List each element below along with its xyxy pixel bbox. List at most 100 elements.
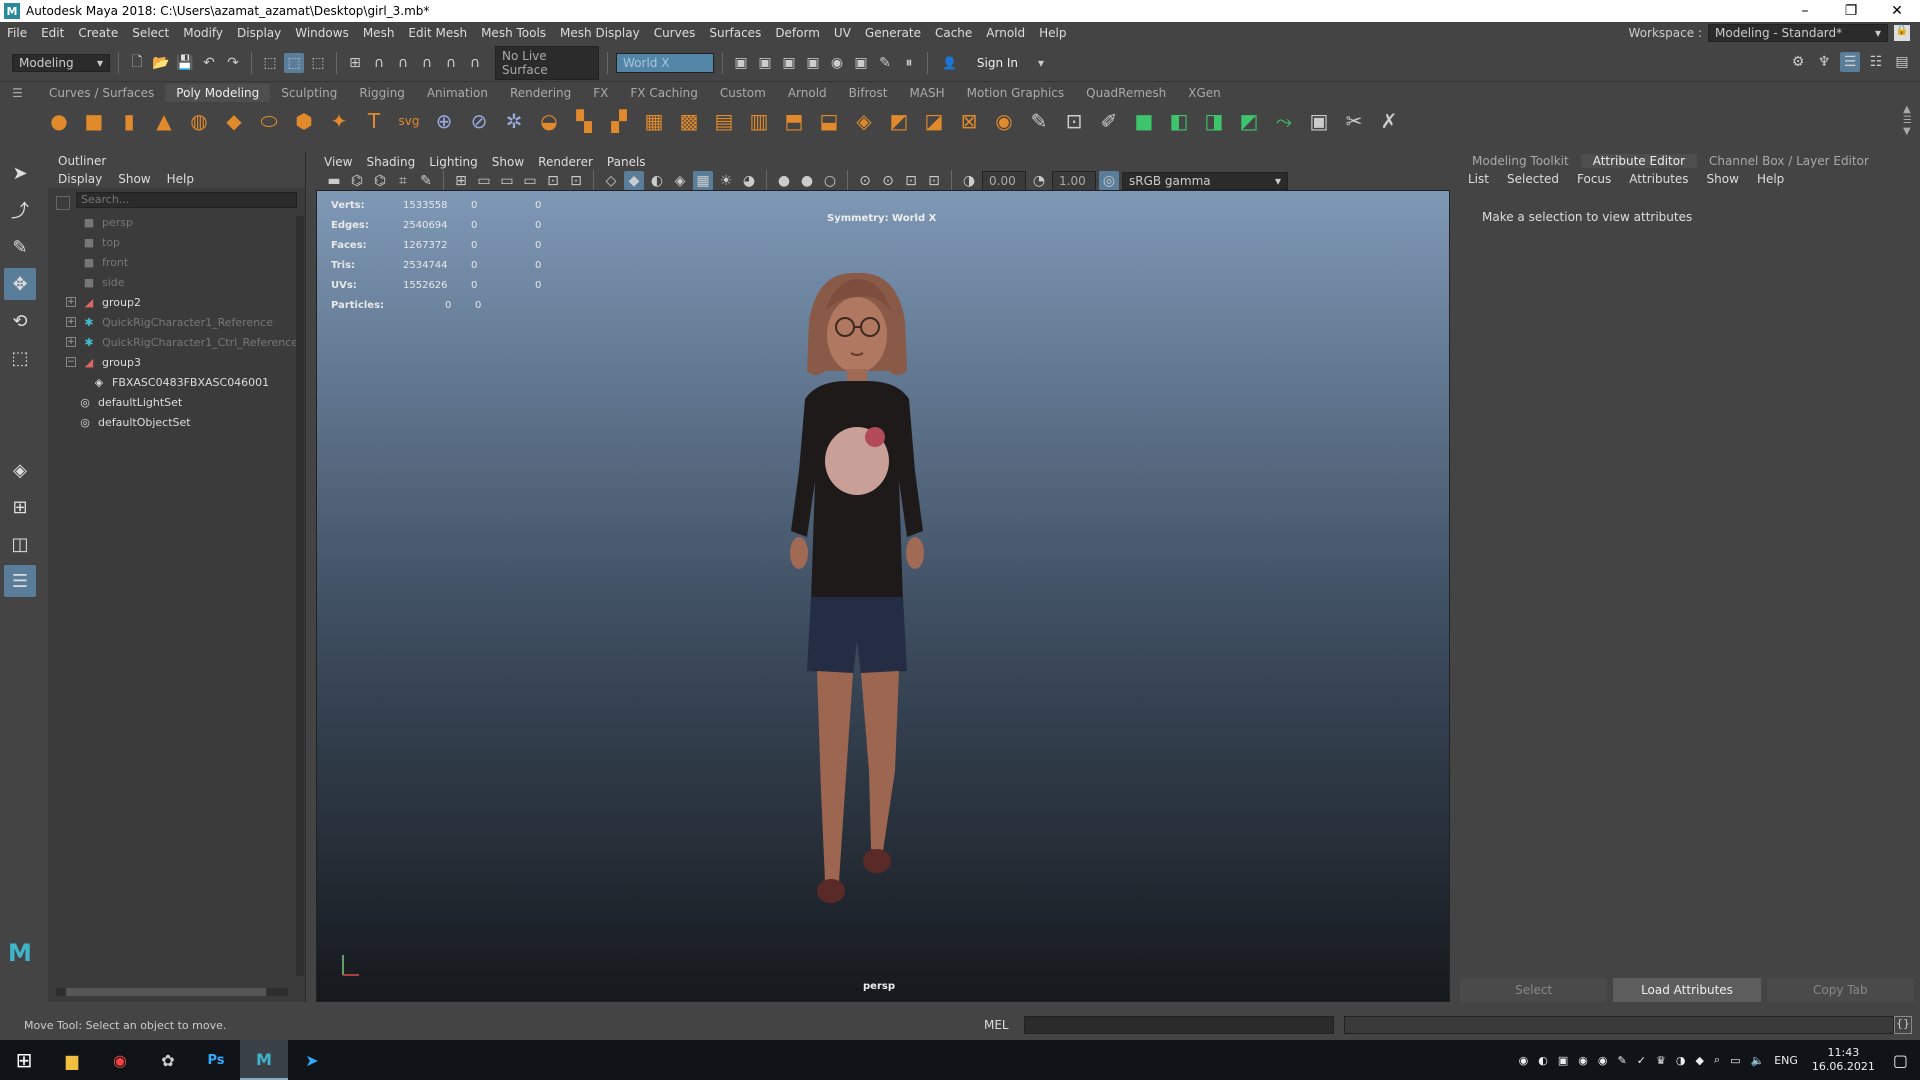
type-icon[interactable]: T (359, 106, 389, 136)
multi-cut-icon[interactable]: ✎ (1024, 106, 1054, 136)
chrome-icon[interactable]: ◉ (96, 1040, 144, 1080)
wedge-icon[interactable]: ◉ (989, 106, 1019, 136)
ae-menu-selected[interactable]: Selected (1507, 172, 1559, 186)
tab-attribute-editor[interactable]: Attribute Editor (1580, 154, 1698, 168)
tab-modeling-toolkit[interactable]: Modeling Toolkit (1460, 154, 1581, 168)
paint-select-tool-icon[interactable]: ✎ (4, 231, 36, 263)
smooth-icon[interactable]: ▦ (639, 106, 669, 136)
minimize-button[interactable]: – (1782, 3, 1828, 19)
camera-attributes-icon[interactable]: ▬ (324, 171, 344, 191)
workspace-dropdown[interactable]: Modeling - Standard* ▾ (1708, 24, 1888, 42)
gate-mask-icon[interactable]: ▭ (520, 171, 540, 191)
volume-icon[interactable]: 🔈 (1750, 1054, 1764, 1067)
four-view-layout-icon[interactable]: ⊞ (4, 491, 36, 523)
menu-select[interactable]: Select (125, 26, 176, 40)
target-weld-icon[interactable]: ⊡ (1059, 106, 1089, 136)
tray-app-icon[interactable]: ♛ (1656, 1054, 1666, 1067)
append-icon[interactable]: ◪ (919, 106, 949, 136)
outliner-row[interactable]: ◎ defaultObjectSet (56, 412, 305, 432)
planar-mapping-icon[interactable]: ■ (1129, 106, 1159, 136)
image-plane-icon[interactable]: ⌬ (370, 171, 390, 191)
cylindrical-mapping-icon[interactable]: ◧ (1164, 106, 1194, 136)
menu-cache[interactable]: Cache (928, 26, 979, 40)
outliner-menu-help[interactable]: Help (167, 170, 194, 188)
shelf-scroll-arrows-icon[interactable]: ▲ ☰ ▼ (1903, 104, 1912, 137)
menu-mesh-tools[interactable]: Mesh Tools (474, 26, 553, 40)
menu-modify[interactable]: Modify (176, 26, 230, 40)
lasso-tool-icon[interactable]: ⤴ (4, 194, 36, 226)
super-shape-icon[interactable]: ✦ (324, 106, 354, 136)
outliner-search-input[interactable]: Search... (76, 192, 297, 208)
shelf-tab-rigging[interactable]: Rigging (348, 84, 415, 102)
poly-torus-icon[interactable]: ◍ (184, 106, 214, 136)
select-component-icon[interactable]: ⬚ (308, 53, 328, 73)
tray-app-icon[interactable]: ◐ (1538, 1054, 1548, 1067)
character-model[interactable] (757, 271, 957, 971)
outliner-row[interactable]: + ◢ group2 (56, 292, 305, 312)
outliner-menu-display[interactable]: Display (58, 170, 102, 188)
ae-menu-attributes[interactable]: Attributes (1629, 172, 1688, 186)
undo-icon[interactable]: ↶ (199, 53, 219, 73)
grease-pencil-icon[interactable]: ✎ (416, 171, 436, 191)
tray-app-icon[interactable]: ▣ (1558, 1054, 1568, 1067)
render-view-icon[interactable]: ▣ (731, 53, 751, 73)
shelf-menu-icon[interactable]: ☰ (12, 86, 28, 100)
menuset-dropdown[interactable]: Modeling ▾ (12, 53, 110, 72)
gamma-field[interactable]: 1.00 (1052, 171, 1096, 191)
2d-pan-zoom-icon[interactable]: ⌗ (393, 171, 413, 191)
menu-display[interactable]: Display (230, 26, 288, 40)
select-hierarchy-icon[interactable]: ⬚ (260, 53, 280, 73)
tray-app-icon[interactable]: ◉ (1598, 1054, 1608, 1067)
tab-channel-box[interactable]: Channel Box / Layer Editor (1697, 154, 1881, 168)
menu-mesh[interactable]: Mesh (356, 26, 402, 40)
extrude-icon[interactable]: ⬒ (779, 106, 809, 136)
tray-app-icon[interactable]: ✎ (1618, 1054, 1627, 1067)
shelf-tab-bifrost[interactable]: Bifrost (838, 84, 899, 102)
xray-icon[interactable]: ⊙ (878, 171, 898, 191)
outliner-row[interactable]: ◎ defaultLightSet (56, 392, 305, 412)
shelf-tab-xgen[interactable]: XGen (1177, 84, 1232, 102)
menu-create[interactable]: Create (71, 26, 125, 40)
collapse-icon[interactable]: − (66, 357, 76, 367)
ipr-render-icon[interactable]: ▣ (779, 53, 799, 73)
view-transform-dropdown[interactable]: sRGB gamma ▾ (1122, 172, 1288, 190)
outliner-row[interactable]: ■ persp (56, 212, 305, 232)
language-indicator[interactable]: ENG (1774, 1054, 1798, 1067)
shape-component-icon[interactable]: ⊘ (464, 106, 494, 136)
bookmarks-icon[interactable]: ⌬ (347, 171, 367, 191)
outliner-row[interactable]: − ◢ group3 (56, 352, 305, 372)
color-management-icon[interactable]: ◎ (1099, 171, 1119, 191)
menu-edit[interactable]: Edit (34, 26, 71, 40)
auto-mapping-icon[interactable]: ◩ (1234, 106, 1264, 136)
outliner-row[interactable]: ■ front (56, 252, 305, 272)
separate-icon[interactable]: ▚ (569, 106, 599, 136)
transform-component-icon[interactable]: ⊕ (429, 106, 459, 136)
make-live-icon[interactable]: ∩ (465, 53, 485, 73)
mel-label[interactable]: MEL (984, 1018, 1024, 1032)
symmetry-dropdown[interactable]: World X (616, 52, 714, 73)
fill-hole-icon[interactable]: ◩ (884, 106, 914, 136)
render-frame-icon[interactable]: ▣ (755, 53, 775, 73)
sign-in-button[interactable]: 👤 Sign In ▾ (936, 54, 1050, 71)
shelf-tab-animation[interactable]: Animation (416, 84, 499, 102)
menu-curves[interactable]: Curves (647, 26, 703, 40)
snap-surface-icon[interactable]: ∩ (441, 53, 461, 73)
platonic-solid-icon[interactable]: ⬢ (289, 106, 319, 136)
poke-icon[interactable]: ⊠ (954, 106, 984, 136)
outliner-layout-icon[interactable]: ☰ (4, 565, 36, 597)
viewport-menu-show[interactable]: Show (492, 155, 524, 169)
motion-blur-icon[interactable]: ● (797, 171, 817, 191)
outliner-row[interactable]: + ✱ QuickRigCharacter1_Reference (56, 312, 305, 332)
safe-action-icon[interactable]: ⊡ (566, 171, 586, 191)
photoshop-icon[interactable]: Ps (192, 1040, 240, 1080)
xray-components-icon[interactable]: ⊡ (924, 171, 944, 191)
poly-plane-icon[interactable]: ◆ (219, 106, 249, 136)
tray-app-icon[interactable]: ◉ (1578, 1054, 1588, 1067)
rotate-tool-icon[interactable]: ⟲ (4, 305, 36, 337)
center-pivot-icon[interactable]: ✲ (499, 106, 529, 136)
textured-icon[interactable]: ▦ (693, 171, 713, 191)
outliner-row[interactable]: + ✱ QuickRigCharacter1_Ctrl_Reference (56, 332, 305, 352)
shelf-tab-rendering[interactable]: Rendering (499, 84, 582, 102)
isolate-select-icon[interactable]: ⊙ (855, 171, 875, 191)
outliner-menu-show[interactable]: Show (118, 170, 150, 188)
